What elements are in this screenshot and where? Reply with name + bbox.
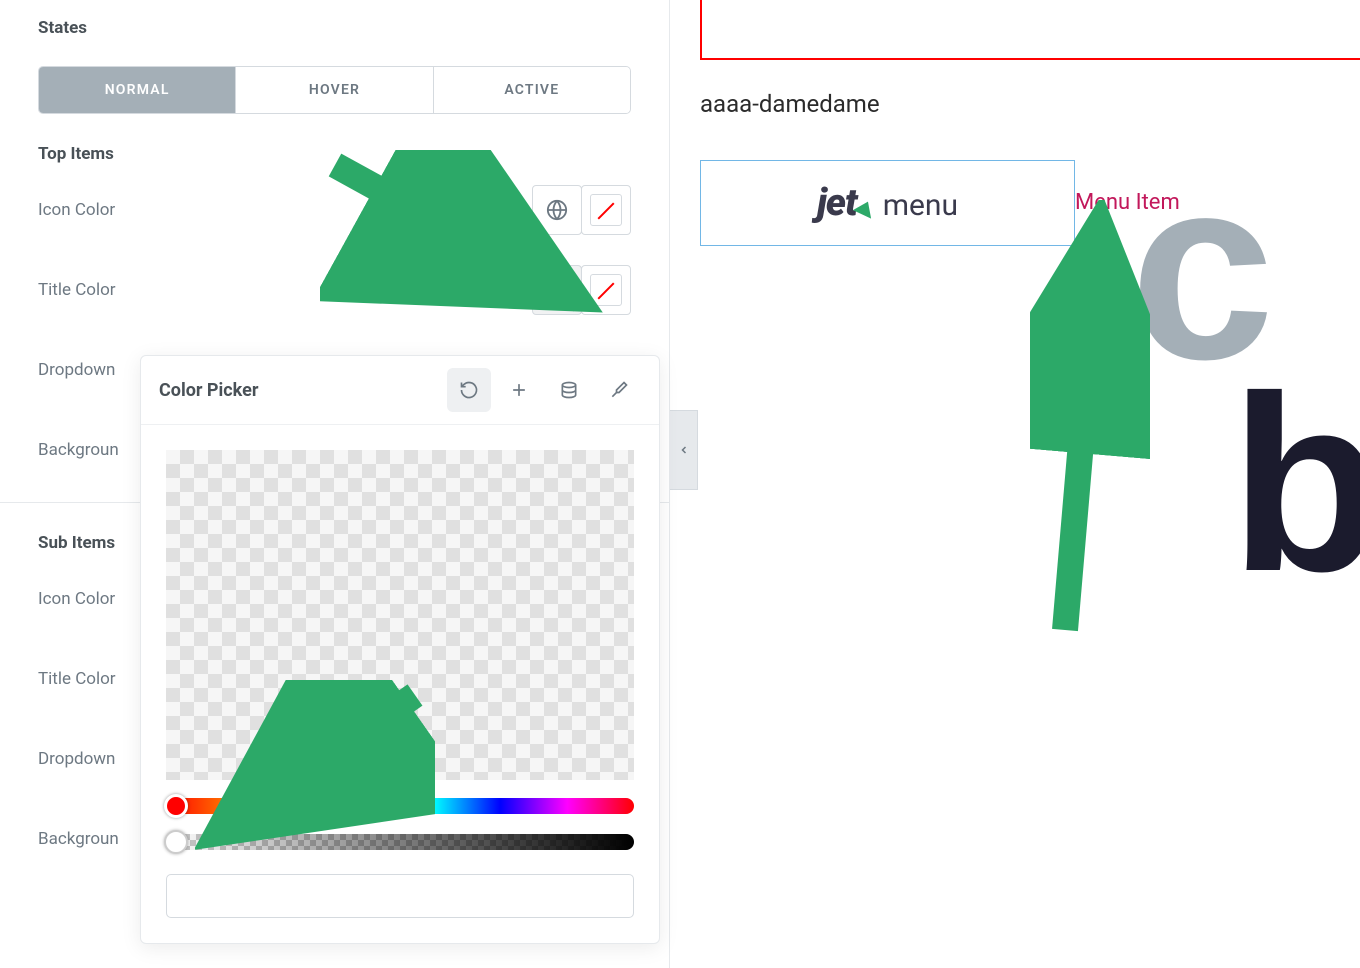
jetmenu-widget[interactable]: jet menu — [700, 160, 1075, 246]
color-picker-popover: Color Picker — [140, 355, 660, 944]
hue-thumb[interactable] — [164, 794, 188, 818]
globe-icon — [546, 279, 568, 301]
label-dropdown: Dropdown — [38, 360, 115, 380]
color-swatch-button[interactable] — [581, 265, 631, 315]
globe-icon — [546, 199, 568, 221]
states-heading: States — [0, 0, 669, 44]
color-picker-header: Color Picker — [141, 356, 659, 425]
chevron-left-icon — [678, 444, 690, 456]
no-color-icon — [590, 274, 622, 306]
label-title-color: Title Color — [38, 280, 116, 300]
alpha-thumb[interactable] — [164, 830, 188, 854]
states-tabs: NORMAL HOVER ACTIVE — [38, 66, 631, 114]
global-color-button[interactable] — [532, 265, 582, 315]
row-top-icon-color: Icon Color — [0, 170, 669, 250]
tab-hover[interactable]: HOVER — [236, 67, 433, 113]
saturation-area[interactable] — [166, 450, 634, 780]
row-top-title-color: Title Color — [0, 250, 669, 330]
collapse-sidebar-handle[interactable] — [670, 410, 698, 490]
color-picker-body — [141, 425, 659, 943]
undo-icon — [459, 380, 479, 400]
menu-item-label[interactable]: Menu Item — [1075, 190, 1180, 215]
tab-normal[interactable]: NORMAL — [39, 67, 236, 113]
label-sub-icon-color: Icon Color — [38, 589, 115, 609]
eyedropper-button[interactable] — [597, 368, 641, 412]
no-color-icon — [590, 194, 622, 226]
selection-outline — [700, 0, 1360, 60]
logo-bold: jet — [817, 181, 857, 225]
color-swatch-button[interactable] — [581, 185, 631, 235]
jetmenu-logo: jet menu — [817, 181, 958, 225]
stack-icon — [559, 380, 579, 400]
alpha-slider[interactable] — [166, 834, 634, 850]
label-sub-dropdown: Dropdown — [38, 749, 115, 769]
reset-button[interactable] — [447, 368, 491, 412]
plus-icon — [509, 380, 529, 400]
library-button[interactable] — [547, 368, 591, 412]
preview-heading: aaaa-damedame — [700, 90, 880, 118]
background-letter-b: b — [1230, 340, 1360, 627]
hex-input[interactable] — [166, 874, 634, 918]
label-icon-color: Icon Color — [38, 200, 115, 220]
label-sub-background: Backgroun — [38, 829, 119, 849]
color-picker-title: Color Picker — [159, 380, 441, 401]
hue-slider[interactable] — [166, 798, 634, 814]
preview-pane: c b aaaa-damedame jet menu Menu Item — [700, 0, 1360, 968]
tab-active[interactable]: ACTIVE — [434, 67, 630, 113]
add-button[interactable] — [497, 368, 541, 412]
eyedropper-icon — [609, 380, 629, 400]
label-sub-title-color: Title Color — [38, 669, 116, 689]
logo-rest: menu — [883, 188, 958, 223]
global-color-button[interactable] — [532, 185, 582, 235]
saturation-cursor[interactable] — [390, 770, 410, 790]
label-background: Backgroun — [38, 440, 119, 460]
top-items-heading: Top Items — [0, 114, 669, 170]
